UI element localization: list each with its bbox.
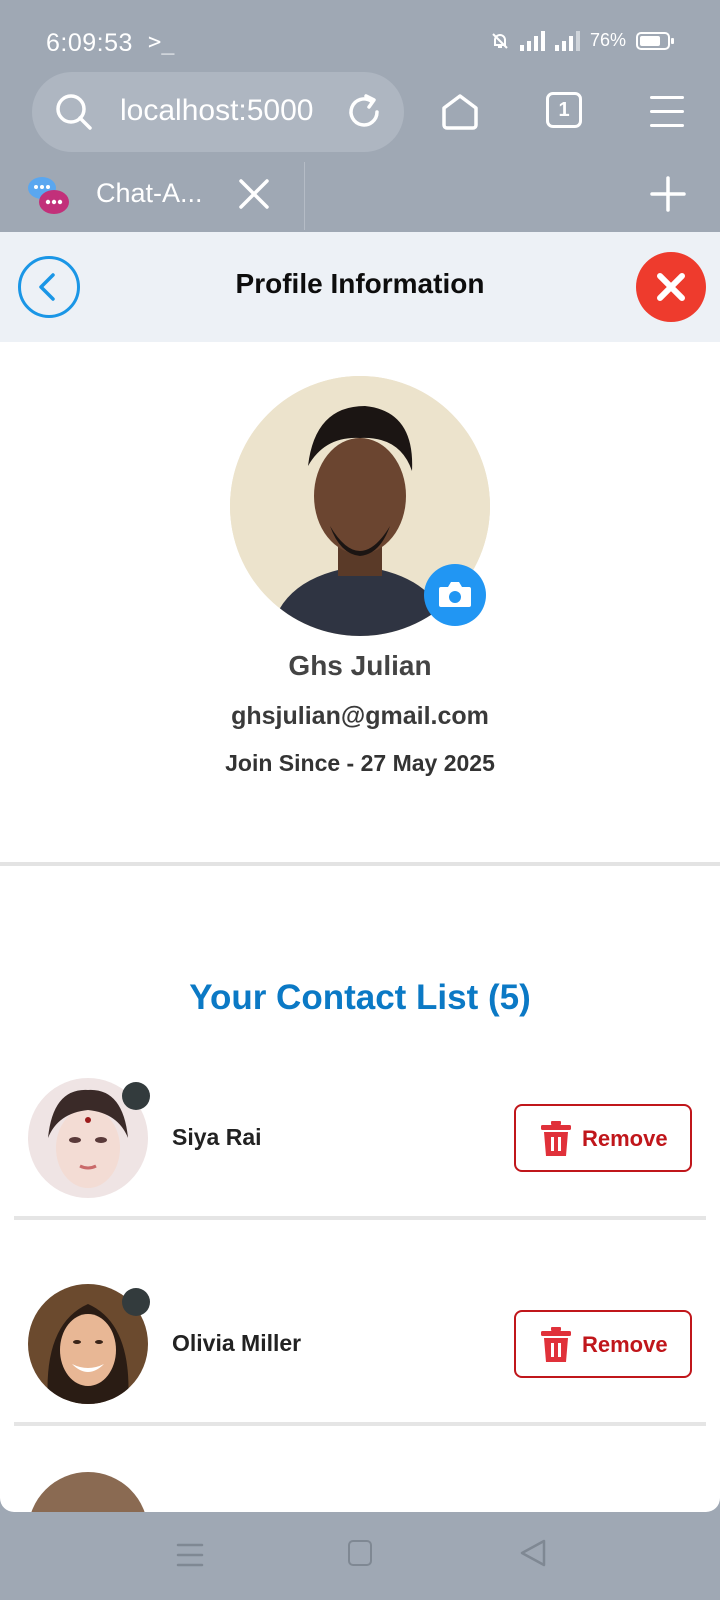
close-icon [657, 273, 685, 301]
trash-icon [541, 1121, 571, 1156]
reload-icon[interactable] [344, 92, 384, 132]
trash-icon [541, 1327, 571, 1362]
contact-avatar-partial [28, 1472, 148, 1512]
tab-close-icon[interactable] [238, 178, 270, 210]
profile-name: Ghs Julian [288, 650, 432, 681]
search-icon [56, 94, 92, 130]
profile-join-date: Join Since - 27 May 2025 [225, 750, 495, 776]
battery-percent: 76% [589, 30, 626, 50]
close-button[interactable] [636, 252, 706, 322]
recent-apps-icon[interactable] [176, 1542, 204, 1568]
status-indicators: 76% [490, 30, 674, 51]
back-nav-icon[interactable] [518, 1538, 548, 1568]
chat-app-favicon-icon [28, 177, 69, 214]
contact-name: Olivia Miller [172, 1330, 302, 1356]
system-nav-bar [0, 1512, 720, 1600]
home-icon[interactable] [440, 92, 480, 132]
battery-icon [636, 31, 674, 50]
new-tab-icon[interactable] [650, 176, 686, 212]
contact-name: Siya Rai [172, 1124, 262, 1150]
remove-button-label: Remove [582, 1126, 668, 1151]
online-status-indicator [122, 1082, 150, 1110]
profile-avatar-wrapper [230, 376, 490, 636]
page-content: Profile Information Ghs Julian ghsjulian… [0, 232, 720, 1512]
status-time: 6:09:53 [46, 29, 133, 57]
page-header: Profile Information [0, 232, 720, 342]
url-text[interactable]: localhost:5000 [120, 94, 350, 128]
contact-row: Siya Rai Remove [14, 1060, 706, 1220]
menu-icon[interactable] [650, 96, 684, 138]
remove-contact-button[interactable]: Remove [514, 1104, 692, 1172]
camera-icon [439, 582, 471, 607]
status-bar: 6:09:53 >_ 76% [0, 0, 720, 80]
url-bar[interactable]: localhost:5000 [32, 72, 404, 152]
tabs-button[interactable]: 1 [546, 92, 582, 128]
section-divider [0, 862, 720, 866]
signal-icon-2 [554, 30, 580, 51]
contact-row: Olivia Miller Remove [14, 1266, 706, 1426]
page-title: Profile Information [235, 268, 485, 299]
tab-divider [304, 162, 305, 230]
tab-title[interactable]: Chat-A... [96, 178, 203, 209]
terminal-icon: >_ [148, 30, 175, 55]
remove-contact-button[interactable]: Remove [514, 1310, 692, 1378]
change-photo-button[interactable] [424, 564, 486, 626]
bell-off-icon [492, 32, 508, 49]
signal-icon [519, 30, 545, 51]
remove-button-label: Remove [582, 1332, 668, 1357]
contact-list-title: Your Contact List (5) [189, 978, 531, 1017]
home-nav-icon[interactable] [348, 1540, 372, 1566]
online-status-indicator [122, 1288, 150, 1316]
tab-strip: Chat-A... [0, 158, 720, 232]
profile-email: ghsjulian@gmail.com [231, 702, 489, 730]
